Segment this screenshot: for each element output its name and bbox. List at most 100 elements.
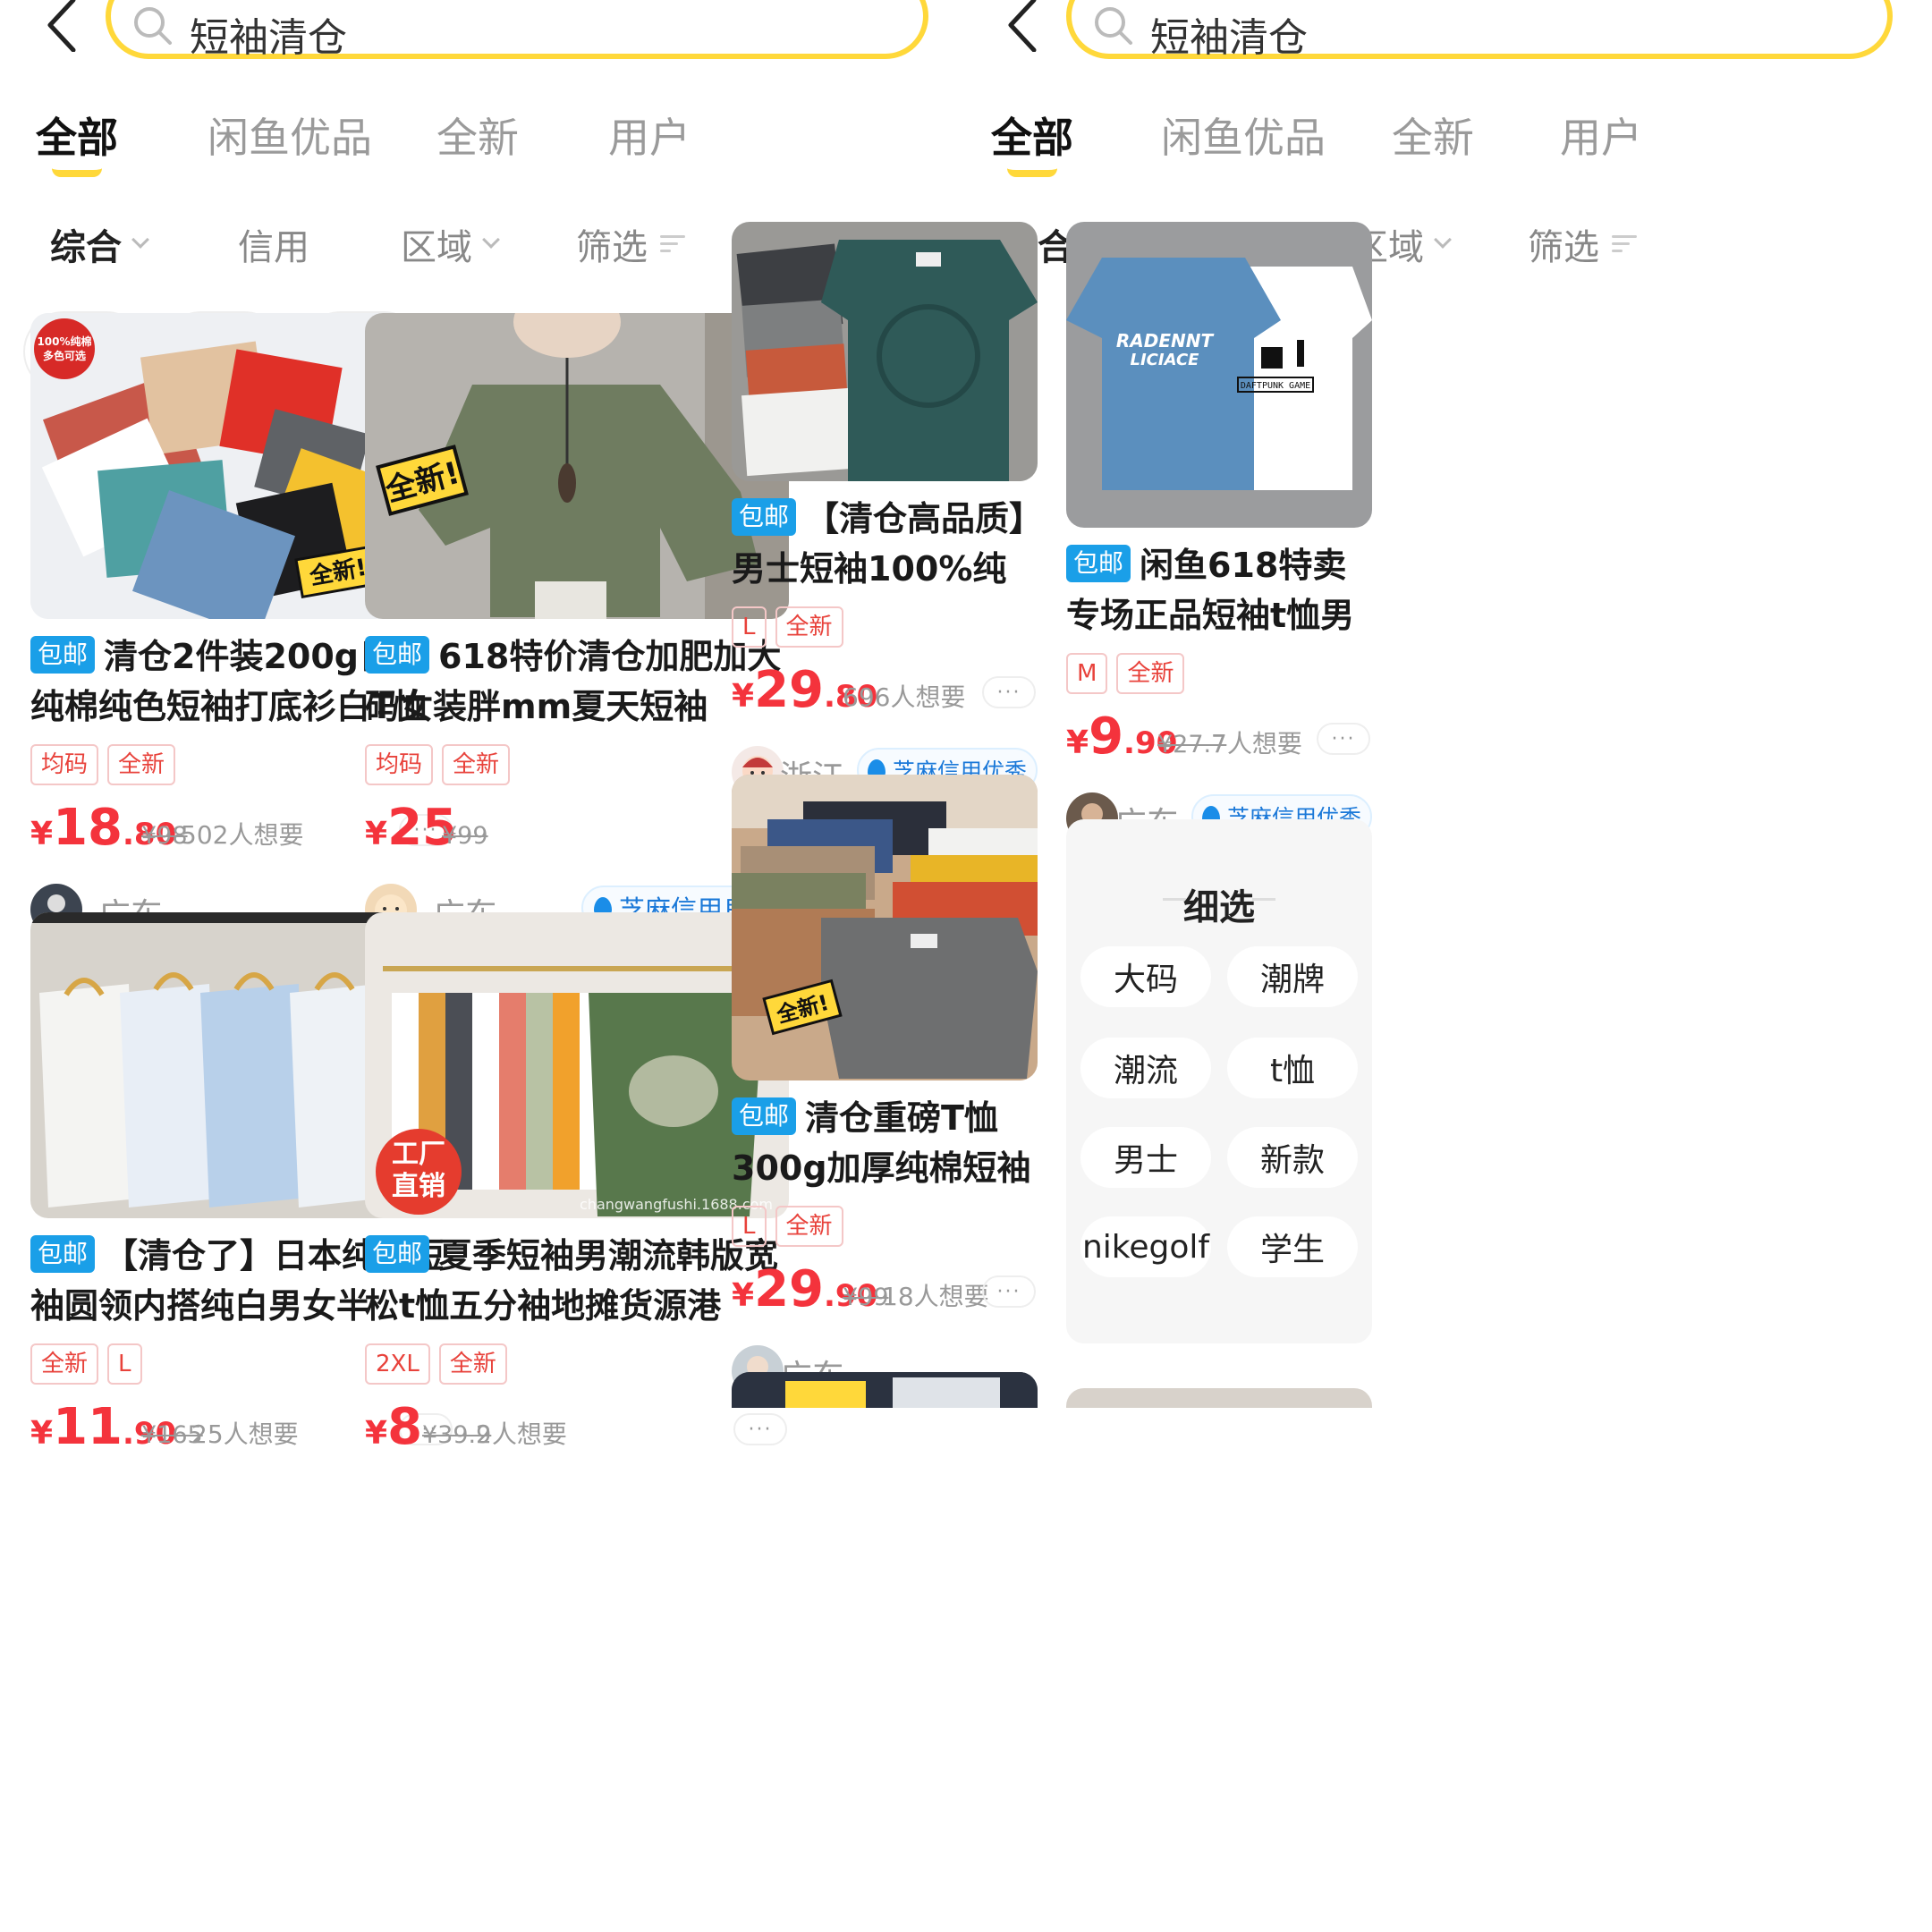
want-count: 502人想要	[181, 820, 304, 850]
chevron-down-icon	[131, 231, 149, 249]
product-card[interactable]: RADENNT LICIACE DAFTPUNK GAME 包邮 闲鱼618特卖专…	[1066, 222, 1372, 846]
free-shipping-badge: 包邮	[365, 636, 430, 674]
product-title: 包邮【清仓高品质】男士短袖100%纯棉T恤男圆领	[732, 494, 1038, 594]
search-input[interactable]: 短袖清仓	[106, 0, 928, 61]
sort-credit[interactable]: 信用	[238, 218, 309, 270]
product-title: 包邮清仓重磅T恤300g加厚纯棉短袖体恤简约打底	[732, 1093, 1038, 1193]
product-tags: 2XL 全新	[365, 1343, 789, 1385]
product-title: 包邮闲鱼618特卖专场正品短袖t恤男士夏季韩版半	[1066, 540, 1372, 640]
tab-bar: 全部 闲鱼优品 全新 用户	[966, 106, 1932, 195]
more-options-icon[interactable]: ···	[1317, 723, 1370, 755]
product-tags: L 全新	[732, 606, 1038, 648]
refine-chip[interactable]: 男士	[1080, 1127, 1211, 1188]
product-card[interactable]: 包邮【清仓高品质】男士短袖100%纯棉T恤男圆领 L 全新 ¥29.80 696…	[732, 222, 1038, 800]
tab-brand-new[interactable]: 全新	[436, 106, 519, 165]
product-tags: L 全新	[732, 1206, 1038, 1247]
want-count: 2人想要	[476, 1419, 567, 1449]
more-options-icon[interactable]: ···	[733, 1413, 787, 1445]
chevron-down-icon	[1434, 231, 1452, 249]
price-row: ¥29.90 ¥99 18人想要 ···	[732, 1260, 1038, 1318]
product-tags: M 全新	[1066, 653, 1372, 694]
free-shipping-badge: 包邮	[30, 1235, 96, 1273]
tab-indicator	[1007, 168, 1057, 177]
product-image	[1066, 1388, 1372, 1408]
tag: 均码	[30, 744, 99, 785]
refine-chip[interactable]: 潮牌	[1227, 946, 1358, 1007]
tab-brand-new[interactable]: 全新	[1392, 106, 1474, 165]
svg-text:100%纯棉: 100%纯棉	[37, 335, 91, 348]
tag: M	[1066, 653, 1108, 694]
product-image: 全新!	[732, 775, 1038, 1080]
filter-icon	[660, 235, 685, 253]
refine-chip[interactable]: 学生	[1227, 1216, 1358, 1277]
svg-text:直销: 直销	[392, 1171, 445, 1202]
tab-all[interactable]: 全部	[991, 106, 1073, 165]
product-tags: 均码 全新	[365, 744, 789, 785]
refine-chip[interactable]: t恤	[1227, 1038, 1358, 1098]
tag: 全新	[775, 606, 843, 648]
free-shipping-badge: 包邮	[732, 498, 797, 536]
svg-text:工厂: 工厂	[392, 1139, 445, 1170]
tab-bar: 全部 闲鱼优品 全新 用户	[0, 106, 966, 195]
tab-users[interactable]: 用户	[608, 106, 691, 165]
product-image: RADENNT LICIACE DAFTPUNK GAME	[1066, 222, 1372, 528]
svg-text:DAFTPUNK GAME: DAFTPUNK GAME	[1241, 381, 1310, 391]
refine-chip[interactable]: 新款	[1227, 1127, 1358, 1188]
search-query: 短袖清仓	[190, 15, 347, 61]
tag: 全新	[438, 1343, 507, 1385]
sort-label: 筛选	[576, 227, 648, 268]
tab-all[interactable]: 全部	[36, 106, 118, 165]
more-options-icon[interactable]: ···	[982, 676, 1036, 708]
product-card[interactable]: 工厂 直销 changwangfushi.1688.com 包邮 夏季短袖男潮流韩…	[365, 912, 789, 1456]
more-options-icon[interactable]: ···	[982, 1275, 1036, 1308]
tag: L	[732, 606, 767, 648]
tag: 全新	[107, 744, 176, 785]
sort-filter[interactable]: 筛选	[1528, 218, 1637, 270]
product-image	[732, 222, 1038, 481]
free-shipping-badge: 包邮	[732, 1097, 797, 1135]
sort-label: 区域	[401, 227, 472, 268]
tab-xianyu-youpin[interactable]: 闲鱼优品	[1161, 106, 1326, 165]
tag: 2XL	[365, 1343, 430, 1385]
tag: 全新	[442, 744, 511, 785]
search-query: 短袖清仓	[1150, 15, 1308, 61]
tag: 全新	[1116, 653, 1185, 694]
filter-icon	[1612, 235, 1637, 253]
product-image: 全新!	[365, 313, 789, 619]
refine-chip[interactable]: 潮流	[1080, 1038, 1211, 1098]
refine-chip[interactable]: 大码	[1080, 946, 1211, 1007]
tab-users[interactable]: 用户	[1560, 106, 1642, 165]
sort-region[interactable]: 区域	[401, 218, 500, 270]
refine-panel: 细选 大码 潮牌 潮流 t恤 男士 新款 nikegolf 学生	[1066, 819, 1372, 1343]
price-row: ¥9.90 ¥27.7 7人想要 ···	[1066, 708, 1372, 766]
free-shipping-badge: 包邮	[1066, 545, 1131, 582]
tag: 全新	[775, 1206, 843, 1247]
svg-text:RADENNT: RADENNT	[1116, 330, 1215, 352]
tag: 均码	[365, 744, 434, 785]
product-title: 包邮 夏季短袖男潮流韩版宽松t恤五分袖地摊货源港	[365, 1231, 789, 1331]
back-arrow-icon[interactable]	[39, 0, 89, 53]
sort-filter[interactable]: 筛选	[576, 218, 685, 270]
sort-label: 筛选	[1528, 227, 1599, 268]
sort-comprehensive[interactable]: 综合	[50, 218, 149, 270]
product-image	[732, 1372, 1038, 1408]
price-row: ¥29.80 696人想要 ···	[732, 661, 1038, 719]
refine-title: 细选	[1183, 887, 1255, 928]
want-count: 25人想要	[191, 1419, 299, 1449]
back-arrow-icon[interactable]	[1000, 0, 1050, 53]
sort-label: 综合	[50, 227, 122, 268]
refine-chip[interactable]: nikegolf	[1080, 1216, 1211, 1277]
want-count: 696人想要	[843, 682, 966, 712]
price-row: ¥25 ¥99	[365, 799, 789, 857]
product-card[interactable]: 全新! 包邮 618特价清仓加肥加大码女装胖mm夏天短袖 均码 全新 ¥25 ¥9…	[365, 313, 789, 937]
divider	[1252, 898, 1275, 901]
want-count: 18人想要	[882, 1282, 989, 1311]
tab-xianyu-youpin[interactable]: 闲鱼优品	[208, 106, 372, 165]
sort-label: 信用	[238, 227, 309, 268]
search-input[interactable]: 短袖清仓	[1066, 0, 1893, 61]
search-icon	[134, 7, 172, 45]
svg-text:LICIACE: LICIACE	[1131, 351, 1200, 369]
product-title: 包邮 618特价清仓加肥加大码女装胖mm夏天短袖	[365, 631, 789, 732]
price-row: ¥8 ¥39.9 2人想要 ···	[365, 1398, 789, 1456]
product-card[interactable]: 全新! 包邮清仓重磅T恤300g加厚纯棉短袖体恤简约打底 L 全新 ¥29.90…	[732, 775, 1038, 1399]
